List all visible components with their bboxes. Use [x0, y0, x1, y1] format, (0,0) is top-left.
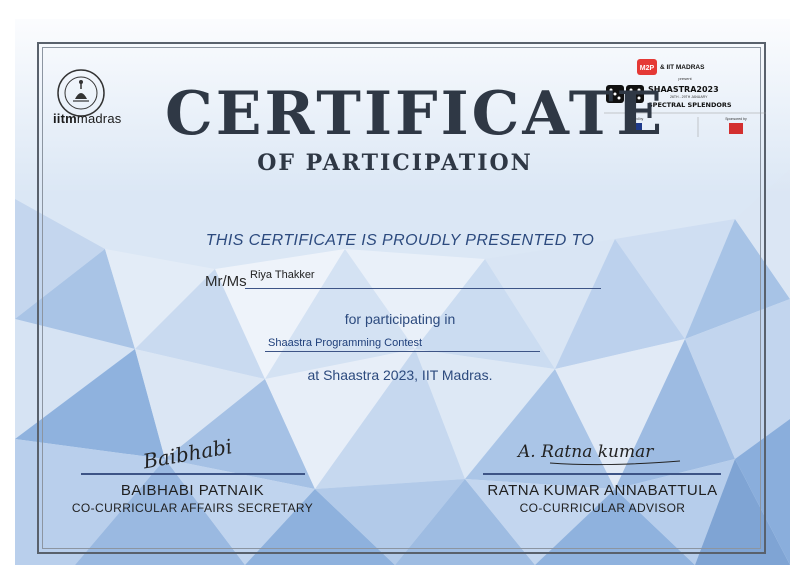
event-name: Shaastra Programming Contest: [268, 337, 423, 349]
iitm-wordmark: iitmmadras: [53, 111, 122, 126]
svg-text:A. Ratna kumar: A. Ratna kumar: [516, 442, 654, 462]
recipient-name: Riya Thakker: [250, 269, 315, 281]
certificate-subtitle: OF PARTICIPATION: [257, 150, 533, 176]
signature-line-left: [81, 473, 305, 475]
sponsored-by-text: Sponsored by: [725, 117, 747, 121]
sponsored-by-logo: [729, 123, 743, 134]
signatory-role-right: CO-CURRICULAR ADVISOR: [519, 501, 686, 515]
signature-ratna-kumar: A. Ratna kumar: [516, 442, 681, 466]
m2p-logo-text: M2P: [640, 65, 655, 72]
event-dates-text: 26TH - 29TH JANUARY: [670, 95, 708, 99]
name-underline: [245, 288, 601, 289]
name-prefix: Mr/Ms: [205, 273, 247, 290]
participation-text: for participating in: [344, 311, 456, 327]
certificate-title: CERTIFICATE: [165, 79, 666, 149]
venue-text: at Shaastra 2023, IIT Madras.: [307, 367, 493, 383]
signatory-name-right: RATNA KUMAR ANNABATTULA: [487, 482, 718, 499]
certificate: iitmmadras M2P & IIT MADRAS present SHAA…: [15, 19, 790, 565]
signature-baibhabi: Baibhabi: [140, 434, 234, 473]
svg-text:Baibhabi: Baibhabi: [140, 434, 234, 473]
signature-line-right: [483, 473, 721, 475]
event-underline: [265, 351, 540, 352]
signatory-name-left: BAIBHABI PATNAIK: [120, 482, 265, 499]
presented-text: THIS CERTIFICATE IS PROUDLY PRESENTED TO: [205, 232, 595, 249]
present-text: present: [678, 76, 692, 81]
signatory-role-left: CO-CURRICULAR AFFAIRS SECRETARY: [71, 501, 314, 515]
and-iitm-text: & IIT MADRAS: [660, 64, 705, 71]
